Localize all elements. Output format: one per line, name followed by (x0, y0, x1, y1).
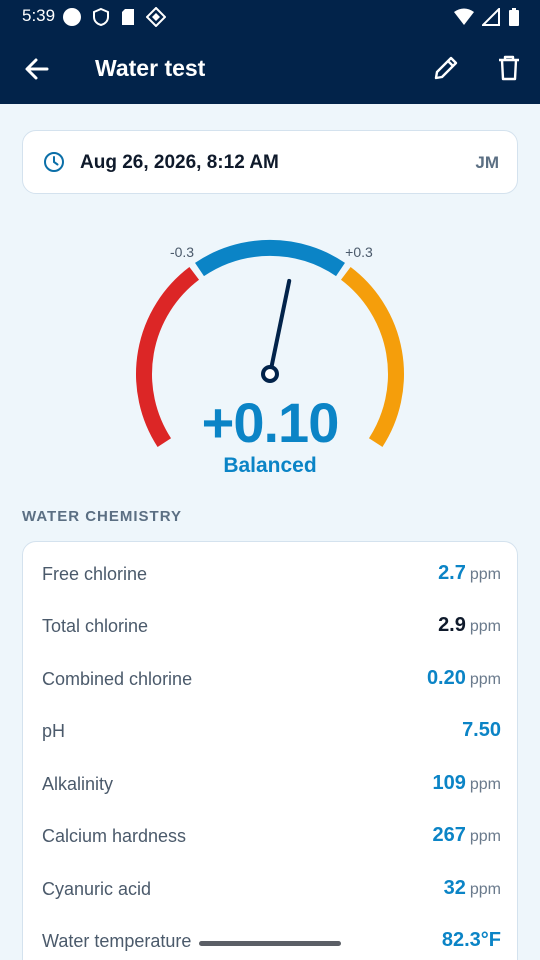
page-title: Water test (95, 55, 206, 81)
gauge-needle (269, 278, 292, 369)
chem-row-ph[interactable]: pH 7.50 (23, 699, 519, 751)
date-time-card[interactable]: Aug 26, 2026, 8:12 AM JM (22, 130, 518, 194)
chem-row-combined-chlorine[interactable]: Combined chlorine 0.20 ppm (23, 647, 519, 699)
chem-row-alkalinity[interactable]: Alkalinity 109 ppm (23, 752, 519, 804)
app-bar: Water test (0, 34, 540, 104)
chem-label: pH (42, 721, 66, 741)
balance-gauge: -0.3 +0.3 +0.10 Balanced (120, 230, 420, 490)
chem-value: 32 ppm (443, 877, 501, 899)
chem-value: 109 ppm (432, 772, 502, 794)
chem-value: 7.50 (462, 719, 501, 741)
status-bar: 5:39 (0, 0, 540, 34)
gauge-status: Balanced (223, 454, 317, 477)
wifi-icon (454, 8, 474, 25)
home-indicator[interactable] (199, 941, 341, 946)
chem-label: Calcium hardness (42, 826, 187, 846)
chem-label: Water temperature (42, 931, 192, 951)
chem-row-water-temperature[interactable]: Water temperature 82.3°F (23, 909, 519, 960)
gauge-min-label: -0.3 (170, 244, 194, 260)
chem-row-calcium-hardness[interactable]: Calcium hardness 267 ppm (23, 804, 519, 856)
chem-row-cyanuric-acid[interactable]: Cyanuric acid 32 ppm (23, 857, 519, 909)
chem-label: Total chlorine (42, 616, 149, 636)
shield-icon (93, 7, 109, 27)
chem-row-total-chlorine[interactable]: Total chlorine 2.9 ppm (23, 594, 519, 646)
chem-row-free-chlorine[interactable]: Free chlorine 2.7 ppm (23, 542, 519, 594)
tester-initials: JM (475, 153, 499, 172)
water-chemistry-card: Free chlorine 2.7 ppm Total chlorine 2.9 p… (22, 541, 518, 960)
edit-pencil-icon[interactable] (432, 54, 460, 82)
chem-value: 267 ppm (432, 824, 502, 846)
back-arrow-icon[interactable] (22, 54, 52, 84)
chem-label: Cyanuric acid (42, 879, 152, 899)
gauge-value: +0.10 (201, 391, 340, 454)
gauge-max-label: +0.3 (345, 244, 373, 260)
gauge-arc-ideal (195, 239, 345, 277)
sd-card-icon (122, 9, 134, 25)
notification-dot-icon (63, 8, 81, 26)
chem-value: 2.9 ppm (438, 614, 501, 636)
chem-value: 2.7 ppm (438, 562, 501, 584)
chem-value: 82.3°F (441, 929, 501, 951)
clock-icon (44, 152, 64, 172)
chem-value: 0.20 ppm (426, 667, 501, 689)
test-datetime: Aug 26, 2026, 8:12 AM (80, 152, 279, 173)
chem-label: Combined chlorine (42, 669, 193, 689)
chem-label: Free chlorine (42, 564, 148, 584)
diamond-icon (146, 7, 166, 27)
gauge-pivot (261, 365, 279, 383)
status-time: 5:39 (22, 6, 56, 25)
section-title: WATER CHEMISTRY (22, 508, 182, 525)
chem-label: Alkalinity (42, 774, 114, 794)
signal-icon (482, 8, 500, 26)
delete-trash-icon[interactable] (496, 54, 522, 82)
battery-icon (509, 8, 519, 26)
